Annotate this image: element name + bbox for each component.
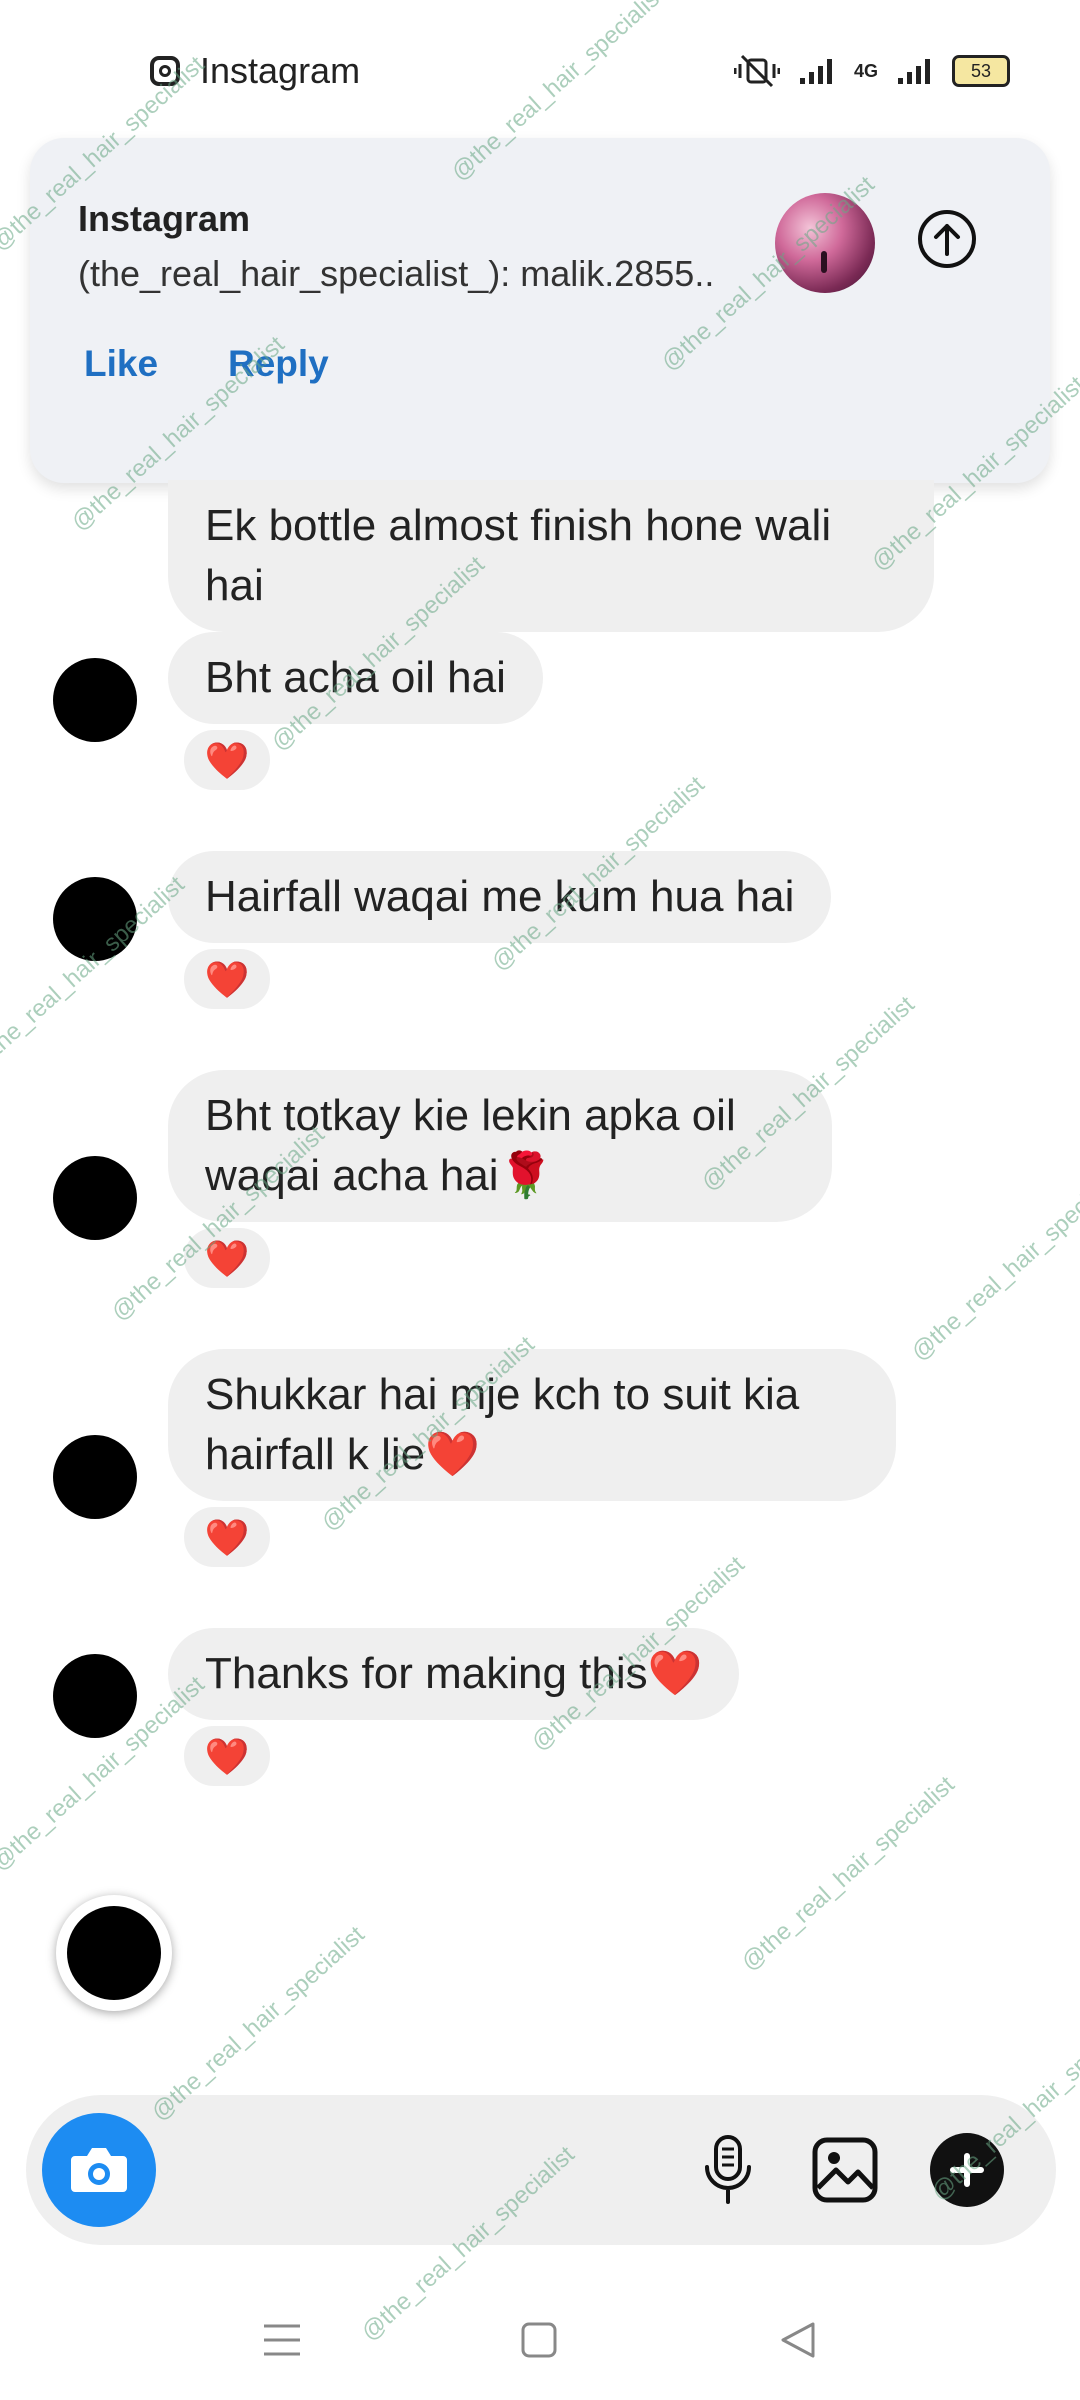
network-type: 4G <box>853 60 878 81</box>
microphone-button[interactable] <box>688 2130 768 2210</box>
gallery-button[interactable] <box>805 2130 885 2210</box>
signal-icon <box>799 59 832 84</box>
status-app-indicator: Instagram <box>150 50 360 92</box>
notification-reply-button[interactable]: Reply <box>228 343 329 385</box>
expand-icon[interactable] <box>918 210 976 268</box>
nav-home-button[interactable] <box>509 2310 569 2370</box>
camera-icon <box>71 2148 127 2192</box>
message-bubble[interactable]: Thanks for making this❤️ <box>168 1628 740 1720</box>
notification-like-button[interactable]: Like <box>84 343 158 385</box>
nav-menu-button[interactable] <box>252 2310 312 2370</box>
status-bar: Instagram 4G 53 <box>0 0 1080 140</box>
notification-title: Instagram <box>78 198 251 239</box>
chat-thread[interactable]: Ek bottle almost finish hone wali hai Bh… <box>0 480 1080 2100</box>
camera-button[interactable] <box>42 2113 156 2227</box>
heart-reaction[interactable]: ❤️ <box>180 1224 274 1292</box>
heart-reaction[interactable]: ❤️ <box>180 726 274 794</box>
message-bubble[interactable]: Ek bottle almost finish hone wali hai <box>168 480 934 632</box>
message-bubble[interactable]: Hairfall waqai me kum hua hai <box>168 851 832 943</box>
vibrate-icon <box>733 54 780 88</box>
back-triangle-icon <box>781 2322 815 2358</box>
signal-4g-icon <box>898 59 930 84</box>
notification-avatar <box>775 193 875 293</box>
nav-back-button[interactable] <box>768 2310 828 2370</box>
notification-banner[interactable]: Instagram (the_real_hair_specialist_): m… <box>30 138 1050 483</box>
avatar[interactable] <box>53 1435 137 1519</box>
avatar[interactable] <box>53 658 137 742</box>
instagram-icon <box>150 56 180 86</box>
add-button[interactable] <box>930 2133 1004 2207</box>
avatar[interactable] <box>53 1156 137 1240</box>
heart-reaction[interactable]: ❤️ <box>180 1503 274 1571</box>
heart-reaction[interactable]: ❤️ <box>180 1722 274 1790</box>
status-icons: 4G 53 <box>733 54 1010 88</box>
avatar[interactable] <box>53 1654 137 1738</box>
system-nav-bar <box>0 2290 1080 2400</box>
message-composer[interactable] <box>26 2095 1056 2245</box>
menu-icon <box>264 2324 300 2356</box>
message-bubble[interactable]: Bht totkay kie lekin apka oil waqai acha… <box>168 1070 832 1222</box>
avatar[interactable] <box>53 877 137 961</box>
status-app-name: Instagram <box>200 50 361 91</box>
heart-reaction[interactable]: ❤️ <box>180 945 274 1013</box>
message-bubble[interactable]: Bht acha oil hai <box>168 632 543 724</box>
gallery-icon <box>812 2137 878 2203</box>
plus-icon <box>950 2153 984 2187</box>
message-bubble[interactable]: Shukkar hai mje kch to suit kia hairfall… <box>168 1349 896 1501</box>
microphone-icon <box>705 2135 751 2204</box>
home-square-icon <box>521 2322 557 2358</box>
battery-level: 53 <box>952 55 1010 87</box>
typing-avatar <box>56 1895 172 2011</box>
notification-body: (the_real_hair_specialist_): malik.2855.… <box>78 253 715 294</box>
